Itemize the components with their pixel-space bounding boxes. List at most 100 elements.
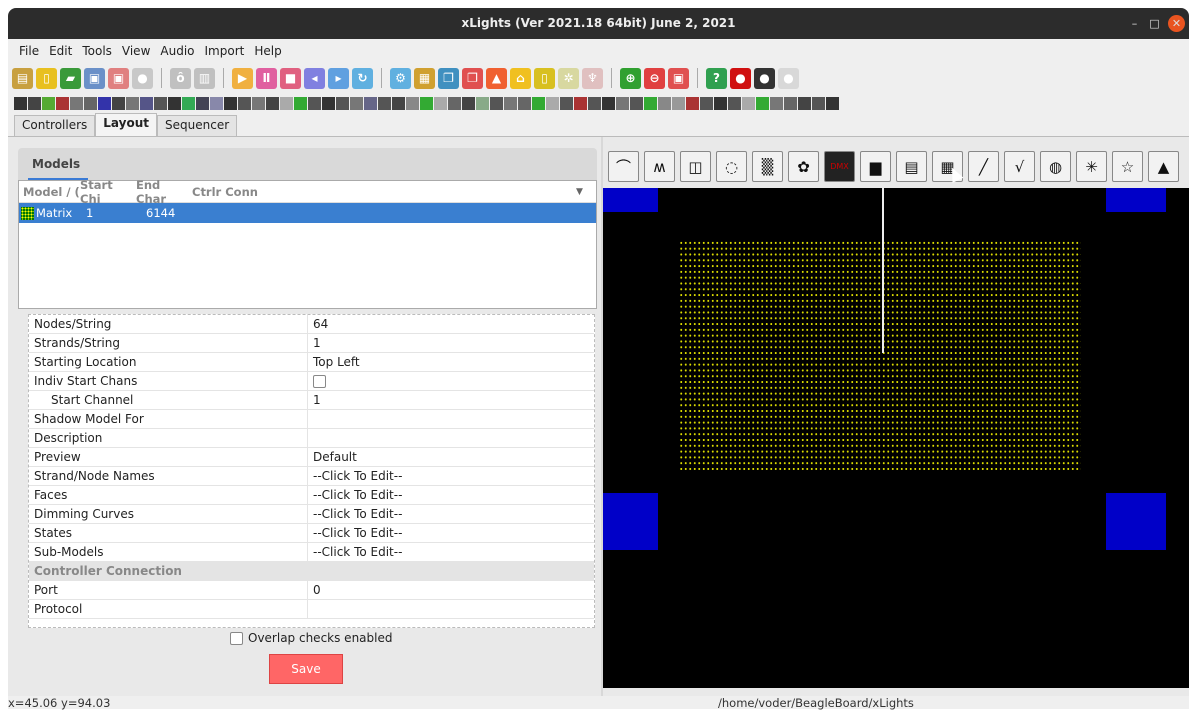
menu-view[interactable]: View xyxy=(117,44,155,58)
effect-icon[interactable] xyxy=(798,96,811,110)
triangle-icon[interactable]: ▲ xyxy=(486,67,507,89)
arch-icon[interactable]: ⌒ xyxy=(608,151,639,182)
effect-icon[interactable] xyxy=(518,96,531,110)
effect-icon[interactable] xyxy=(672,96,685,110)
property-value[interactable]: 64 xyxy=(308,315,594,333)
dmx-icon[interactable]: DMX xyxy=(824,151,855,182)
col-model[interactable]: Model / ( xyxy=(23,185,80,199)
property-row[interactable]: Shadow Model For xyxy=(29,410,594,429)
col-controller-connection[interactable]: Ctrlr Conn xyxy=(192,185,576,199)
property-value[interactable]: --Click To Edit-- xyxy=(308,467,594,485)
model-list[interactable]: Model / ( Start Chi End Char Ctrlr Conn … xyxy=(18,178,597,309)
effect-icon[interactable] xyxy=(266,96,279,110)
effect-icon[interactable] xyxy=(70,96,83,110)
sequence-settings-icon[interactable]: ● xyxy=(132,67,153,89)
corner-handle-top-left[interactable] xyxy=(603,188,658,212)
brush-icon[interactable]: ♆ xyxy=(582,67,603,89)
grid-icon[interactable]: ▦ xyxy=(414,67,435,89)
save-icon[interactable]: ▣ xyxy=(84,67,105,89)
property-row[interactable]: Sub-Models --Click To Edit-- xyxy=(29,543,594,562)
menu-tools[interactable]: Tools xyxy=(77,44,117,58)
property-value[interactable] xyxy=(308,600,594,618)
play-icon[interactable]: ▶ xyxy=(232,67,253,89)
open-folder-icon[interactable]: ▤ xyxy=(12,67,33,89)
effect-icon[interactable] xyxy=(756,96,769,110)
rotation-handle-line[interactable] xyxy=(882,188,884,353)
effect-icon[interactable] xyxy=(28,96,41,110)
effect-icon[interactable] xyxy=(826,96,839,110)
replay-icon[interactable]: ↻ xyxy=(352,67,373,89)
overlap-checks[interactable]: Overlap checks enabled xyxy=(230,631,392,645)
col-start-channel[interactable]: Start Chi xyxy=(80,178,136,206)
export-icon[interactable]: ▥ xyxy=(194,67,215,89)
maximize-button[interactable]: □ xyxy=(1146,15,1163,32)
effect-icon[interactable] xyxy=(126,96,139,110)
property-row[interactable]: Strand/Node Names --Click To Edit-- xyxy=(29,467,594,486)
new-file-icon[interactable]: ▯ xyxy=(36,67,57,89)
icicles-icon[interactable]: ▤ xyxy=(896,151,927,182)
property-value[interactable] xyxy=(308,372,594,390)
property-row[interactable]: Start Channel 1 xyxy=(29,391,594,410)
window-frame-icon[interactable]: ◫ xyxy=(680,151,711,182)
matrix-model-preview[interactable] xyxy=(679,240,1081,472)
property-row[interactable]: ▼Controller Connection xyxy=(29,562,594,581)
effect-icon[interactable] xyxy=(42,96,55,110)
property-value[interactable] xyxy=(308,429,594,447)
dense-grid-icon[interactable]: ▒ xyxy=(752,151,783,182)
property-value[interactable]: 1 xyxy=(308,334,594,352)
house-icon[interactable]: ⌂ xyxy=(510,67,531,89)
property-row[interactable]: Strands/String 1 xyxy=(29,334,594,353)
property-value[interactable]: 0 xyxy=(308,581,594,599)
effect-icon[interactable] xyxy=(420,96,433,110)
property-row[interactable]: Starting Location Top Left xyxy=(29,353,594,372)
property-value[interactable]: --Click To Edit-- xyxy=(308,486,594,504)
property-value[interactable]: --Click To Edit-- xyxy=(308,543,594,561)
effect-icon[interactable] xyxy=(322,96,335,110)
menu-import[interactable]: Import xyxy=(200,44,250,58)
model-row-matrix[interactable]: Matrix 1 6144 xyxy=(19,203,596,223)
effect-icon[interactable] xyxy=(644,96,657,110)
effect-icon[interactable] xyxy=(294,96,307,110)
effect-icon[interactable] xyxy=(504,96,517,110)
bulb-light-icon[interactable]: ● xyxy=(778,67,799,89)
overlap-checkbox[interactable] xyxy=(230,631,243,645)
effect-icon[interactable] xyxy=(476,96,489,110)
effect-icon[interactable] xyxy=(84,96,97,110)
effect-icon[interactable] xyxy=(588,96,601,110)
effect-icon[interactable] xyxy=(462,96,475,110)
zoom-out-icon[interactable]: ⊖ xyxy=(644,67,665,89)
models-tab[interactable]: Models xyxy=(18,148,597,180)
property-row[interactable]: Nodes/String 64 xyxy=(29,315,594,334)
effect-icon[interactable] xyxy=(112,96,125,110)
effect-icon[interactable] xyxy=(406,96,419,110)
pause-icon[interactable]: Ⅱ xyxy=(256,67,277,89)
property-value[interactable]: 1 xyxy=(308,391,594,409)
bulb-dark-icon[interactable]: ● xyxy=(754,67,775,89)
open-icon[interactable]: ▰ xyxy=(60,67,81,89)
effect-icon[interactable] xyxy=(546,96,559,110)
effect-icon[interactable] xyxy=(56,96,69,110)
effect-icon[interactable] xyxy=(98,96,111,110)
single-line-icon[interactable]: ╱ xyxy=(968,151,999,182)
effect-icon[interactable] xyxy=(784,96,797,110)
effect-icon[interactable] xyxy=(336,96,349,110)
sphere-icon[interactable]: ◍ xyxy=(1040,151,1071,182)
render-icon[interactable]: ȏ xyxy=(170,67,191,89)
effect-icon[interactable] xyxy=(182,96,195,110)
property-row[interactable]: Port 0 xyxy=(29,581,594,600)
effect-icon[interactable] xyxy=(490,96,503,110)
effect-icon[interactable] xyxy=(252,96,265,110)
effect-icon[interactable] xyxy=(14,96,27,110)
property-row[interactable]: States --Click To Edit-- xyxy=(29,524,594,543)
col-end-channel[interactable]: End Char xyxy=(136,178,192,206)
effect-icon[interactable] xyxy=(280,96,293,110)
star-burst-icon[interactable]: ✳ xyxy=(1076,151,1107,182)
corner-handle-bottom-right[interactable] xyxy=(1106,493,1166,550)
effect-icon[interactable] xyxy=(630,96,643,110)
tab-controllers[interactable]: Controllers xyxy=(14,115,96,136)
column-dropdown-icon[interactable]: ▼ xyxy=(576,187,596,197)
property-row[interactable]: ▼Indiv Start Chans xyxy=(29,372,594,391)
menu-help[interactable]: Help xyxy=(249,44,286,58)
menu-file[interactable]: File xyxy=(14,44,44,58)
property-value[interactable]: --Click To Edit-- xyxy=(308,524,594,542)
